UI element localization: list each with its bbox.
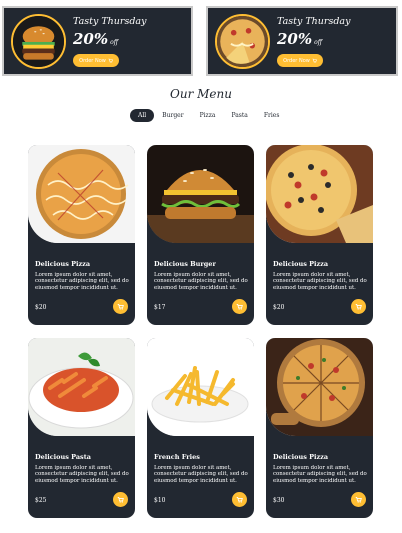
menu-item-name: Delicious Pizza xyxy=(273,453,329,461)
add-to-cart-button[interactable] xyxy=(351,299,366,314)
menu-item-image xyxy=(147,145,254,243)
order-now-label: Order Now xyxy=(79,57,106,64)
menu-item-name: Delicious Pizza xyxy=(273,260,329,268)
offer-discount-value: 20% xyxy=(73,30,109,48)
order-now-label: Order Now xyxy=(283,57,310,64)
add-to-cart-button[interactable] xyxy=(232,299,247,314)
order-now-button[interactable]: Order Now xyxy=(277,54,323,67)
offer-title: Tasty Thursday xyxy=(277,16,351,27)
filter-fries[interactable]: Fries xyxy=(256,109,288,122)
menu-item-image xyxy=(28,338,135,436)
menu-item-description: Lorem ipsum dolor sit amet, consectetur … xyxy=(273,272,367,291)
cart-icon xyxy=(355,496,362,503)
menu-item-name: Delicious Pasta xyxy=(35,453,91,461)
add-to-cart-button[interactable] xyxy=(113,492,128,507)
menu-heading: Our Menu xyxy=(170,87,232,101)
add-to-cart-button[interactable] xyxy=(113,299,128,314)
menu-item-description: Lorem ipsum dolor sit amet, consectetur … xyxy=(154,465,248,484)
offer-image-burger xyxy=(11,14,66,69)
menu-item-card: Delicious Pasta Lorem ipsum dolor sit am… xyxy=(28,338,135,518)
menu-item-price: $10 xyxy=(154,497,166,504)
menu-item-price: $20 xyxy=(35,304,47,311)
order-now-button[interactable]: Order Now xyxy=(73,54,119,67)
cart-icon xyxy=(108,58,113,63)
filter-pasta[interactable]: Pasta xyxy=(223,109,255,122)
menu-item-description: Lorem ipsum dolor sit amet, consectetur … xyxy=(35,465,129,484)
menu-item-card: Delicious Pizza Lorem ipsum dolor sit am… xyxy=(266,145,373,325)
add-to-cart-button[interactable] xyxy=(232,492,247,507)
cart-icon xyxy=(117,303,124,310)
menu-item-image xyxy=(266,145,373,243)
menu-item-card: Delicious Burger Lorem ipsum dolor sit a… xyxy=(147,145,254,325)
filter-burger[interactable]: Burger xyxy=(154,109,191,122)
cart-icon xyxy=(236,303,243,310)
menu-filters: All Burger Pizza Pasta Fries xyxy=(130,108,287,122)
menu-item-name: Delicious Burger xyxy=(154,260,216,268)
menu-item-price: $17 xyxy=(154,304,166,311)
menu-item-price: $20 xyxy=(273,304,285,311)
cart-icon xyxy=(117,496,124,503)
menu-item-card: Delicious Pizza Lorem ipsum dolor sit am… xyxy=(28,145,135,325)
menu-item-card: French Fries Lorem ipsum dolor sit amet,… xyxy=(147,338,254,518)
menu-item-image xyxy=(147,338,254,436)
offer-box-2: Tasty Thursday 20% off Order Now xyxy=(206,6,398,76)
menu-item-price: $30 xyxy=(273,497,285,504)
menu-item-description: Lorem ipsum dolor sit amet, consectetur … xyxy=(273,465,367,484)
menu-item-name: Delicious Pizza xyxy=(35,260,91,268)
filter-pizza[interactable]: Pizza xyxy=(192,109,224,122)
filter-all[interactable]: All xyxy=(130,108,155,122)
offer-discount: 20% off xyxy=(277,30,322,48)
offer-box-1: Tasty Thursday 20% off Order Now xyxy=(2,6,193,76)
offer-off-label: off xyxy=(314,39,323,46)
menu-item-image xyxy=(266,338,373,436)
offer-discount: 20% off xyxy=(73,30,118,48)
menu-item-card: Delicious Pizza Lorem ipsum dolor sit am… xyxy=(266,338,373,518)
offer-title: Tasty Thursday xyxy=(73,16,147,27)
menu-item-name: French Fries xyxy=(154,453,200,461)
menu-item-description: Lorem ipsum dolor sit amet, consectetur … xyxy=(154,272,248,291)
menu-item-price: $25 xyxy=(35,497,47,504)
menu-item-description: Lorem ipsum dolor sit amet, consectetur … xyxy=(35,272,129,291)
menu-item-image xyxy=(28,145,135,243)
offer-off-label: off xyxy=(110,39,119,46)
cart-icon xyxy=(312,58,317,63)
offer-image-pizza xyxy=(215,14,270,69)
offer-discount-value: 20% xyxy=(277,30,313,48)
cart-icon xyxy=(355,303,362,310)
add-to-cart-button[interactable] xyxy=(351,492,366,507)
cart-icon xyxy=(236,496,243,503)
